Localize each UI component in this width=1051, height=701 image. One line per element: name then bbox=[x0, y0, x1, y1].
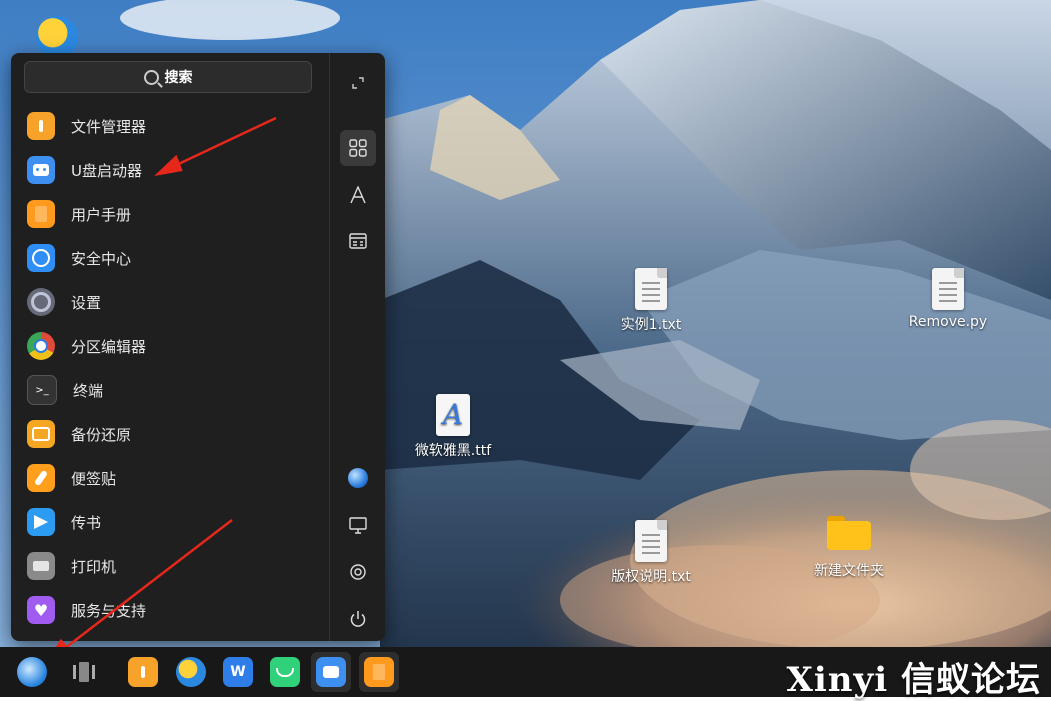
search-input[interactable]: 搜索 bbox=[24, 61, 312, 93]
letter-sort-button[interactable] bbox=[340, 177, 376, 213]
app-usb-launcher[interactable]: U盘启动器 bbox=[11, 148, 329, 192]
security-center-icon bbox=[27, 244, 55, 272]
start-logo-icon bbox=[17, 657, 47, 687]
app-label: U盘启动器 bbox=[71, 161, 142, 180]
app-file-manager[interactable]: 文件管理器 bbox=[11, 104, 329, 148]
settings-icon bbox=[27, 288, 55, 316]
power-button[interactable] bbox=[340, 601, 376, 637]
app-settings[interactable]: 设置 bbox=[11, 280, 329, 324]
user-manual-icon bbox=[364, 657, 394, 687]
send-file-icon bbox=[27, 508, 55, 536]
desktop-file-label: 版权说明.txt bbox=[611, 569, 691, 585]
app-label: 终端 bbox=[73, 381, 104, 400]
app-sticky-notes[interactable]: 便签贴 bbox=[11, 456, 329, 500]
usb-launcher-icon bbox=[27, 156, 55, 184]
app-user-manual[interactable]: 用户手册 bbox=[11, 192, 329, 236]
desktop-folder-item[interactable]: 新建文件夹 bbox=[794, 516, 904, 580]
partition-editor-icon bbox=[27, 332, 55, 360]
app-label: 设置 bbox=[71, 293, 102, 312]
computer-icon bbox=[349, 517, 367, 534]
start-menu-button[interactable] bbox=[12, 652, 52, 692]
top-left-app-icon[interactable] bbox=[36, 16, 78, 58]
watermark: Xinyi 信蚁论坛 bbox=[786, 660, 1041, 700]
app-label: 打印机 bbox=[71, 557, 117, 576]
text-file-icon bbox=[635, 268, 667, 310]
usb-launcher-icon bbox=[316, 657, 346, 687]
app-printer[interactable]: 打印机 bbox=[11, 544, 329, 588]
start-menu-app-panel: 搜索 文件管理器 U盘启动器 用户手册 安全中心 设置 分区编辑器 >_ 终端 … bbox=[11, 53, 329, 641]
multitask-icon bbox=[73, 662, 95, 682]
category-view-icon bbox=[349, 233, 367, 249]
app-label: 服务与支持 bbox=[71, 601, 147, 620]
browser-taskbar[interactable] bbox=[171, 652, 211, 692]
power-icon bbox=[350, 611, 366, 627]
fullscreen-icon bbox=[352, 77, 364, 89]
app-partition-editor[interactable]: 分区编辑器 bbox=[11, 324, 329, 368]
app-label: 备份还原 bbox=[71, 425, 132, 444]
file-manager-taskbar[interactable] bbox=[123, 652, 163, 692]
desktop-file-label: 微软雅黑.ttf bbox=[414, 443, 492, 459]
app-label: 分区编辑器 bbox=[71, 337, 147, 356]
app-list: 文件管理器 U盘启动器 用户手册 安全中心 设置 分区编辑器 >_ 终端 备份还… bbox=[11, 104, 329, 632]
folder-icon bbox=[827, 516, 871, 550]
desktop-file-label: 新建文件夹 bbox=[814, 563, 884, 579]
app-label: 传书 bbox=[71, 513, 102, 532]
app-label: 文件管理器 bbox=[71, 117, 147, 136]
browser-icon bbox=[176, 657, 206, 687]
desktop-file-label: 实例1.txt bbox=[620, 317, 682, 333]
desktop-file-label: Remove.py bbox=[908, 314, 988, 330]
wps-office-icon: W bbox=[223, 657, 253, 687]
service-support-icon: ♥ bbox=[27, 596, 55, 624]
fullscreen-button[interactable] bbox=[340, 65, 376, 101]
font-file-icon: A bbox=[436, 394, 470, 436]
text-file-icon bbox=[635, 520, 667, 562]
app-service-support[interactable]: ♥ 服务与支持 bbox=[11, 588, 329, 632]
backup-restore-icon bbox=[27, 420, 55, 448]
app-store-icon bbox=[270, 657, 300, 687]
app-store-taskbar[interactable] bbox=[265, 652, 305, 692]
settings-button[interactable] bbox=[340, 554, 376, 590]
grid-view-button[interactable] bbox=[340, 130, 376, 166]
letter-sort-icon bbox=[350, 186, 366, 204]
user-manual-icon bbox=[27, 200, 55, 228]
python-file-icon bbox=[932, 268, 964, 310]
browser-button[interactable] bbox=[340, 460, 376, 496]
app-send-file[interactable]: 传书 bbox=[11, 500, 329, 544]
grid-view-icon bbox=[349, 139, 367, 157]
sticky-notes-icon bbox=[27, 464, 55, 492]
terminal-icon: >_ bbox=[27, 375, 57, 405]
user-manual-taskbar[interactable] bbox=[359, 652, 399, 692]
app-label: 安全中心 bbox=[71, 249, 132, 268]
file-manager-icon bbox=[27, 112, 55, 140]
app-backup-restore[interactable]: 备份还原 bbox=[11, 412, 329, 456]
desktop-file-item[interactable]: 版权说明.txt bbox=[596, 520, 706, 586]
computer-button[interactable] bbox=[340, 507, 376, 543]
category-view-button[interactable] bbox=[340, 223, 376, 259]
usb-launcher-taskbar[interactable] bbox=[311, 652, 351, 692]
browser-icon bbox=[348, 468, 368, 488]
desktop-file-item[interactable]: 实例1.txt bbox=[596, 268, 706, 334]
desktop-file-item[interactable]: Remove.py bbox=[893, 268, 1003, 330]
search-icon bbox=[143, 69, 159, 85]
app-security-center[interactable]: 安全中心 bbox=[11, 236, 329, 280]
file-manager-icon bbox=[128, 657, 158, 687]
desktop-file-item[interactable]: A 微软雅黑.ttf bbox=[398, 394, 508, 460]
printer-icon bbox=[27, 552, 55, 580]
wps-office-taskbar[interactable]: W bbox=[218, 652, 258, 692]
start-menu-sidebar bbox=[329, 53, 385, 641]
app-label: 用户手册 bbox=[71, 205, 132, 224]
start-menu: 搜索 文件管理器 U盘启动器 用户手册 安全中心 设置 分区编辑器 >_ 终端 … bbox=[11, 53, 385, 641]
app-terminal[interactable]: >_ 终端 bbox=[11, 368, 329, 412]
multitask-view-button[interactable] bbox=[64, 652, 104, 692]
gear-icon bbox=[350, 564, 366, 580]
search-placeholder: 搜索 bbox=[164, 70, 193, 86]
app-label: 便签贴 bbox=[71, 469, 117, 488]
